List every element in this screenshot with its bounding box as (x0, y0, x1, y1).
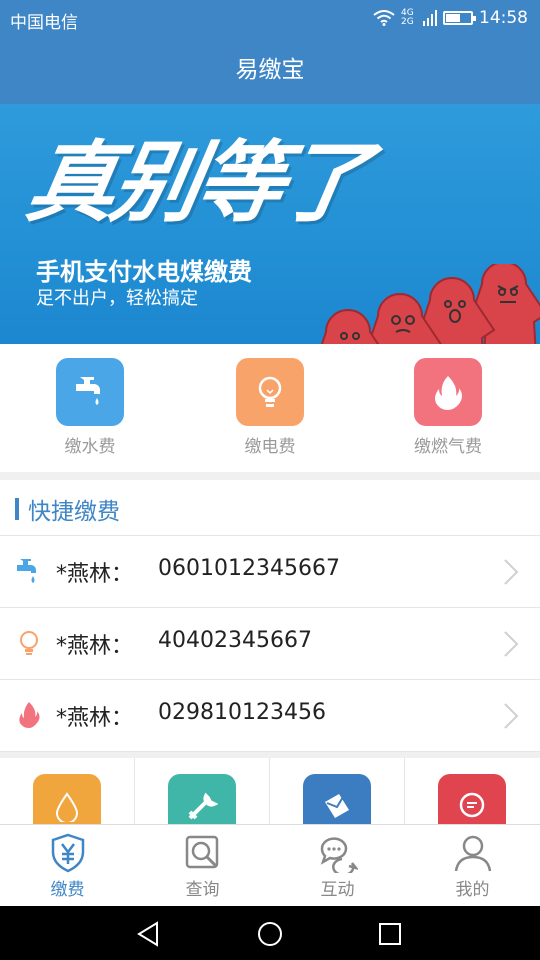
service-gas-label: 缴燃气费 (414, 437, 482, 457)
battery-level (446, 14, 461, 22)
tab-mine[interactable]: 我的 (405, 825, 540, 907)
tab-query-label: 查询 (185, 880, 220, 900)
battery-icon (443, 11, 476, 25)
tab-interact-label: 互动 (320, 880, 355, 900)
quick-pay-row-gas[interactable]: *燕林： 029810123456 (0, 680, 540, 752)
tab-pay[interactable]: 缴费 (0, 825, 135, 907)
user-icon (454, 835, 491, 872)
lightbulb-icon (20, 631, 38, 655)
status-right: 4G 2G 14:58 (373, 8, 528, 28)
tab-query[interactable]: 查询 (135, 825, 270, 907)
banner-slogan: 真别等了 (19, 131, 374, 234)
tools-icon (168, 774, 236, 824)
tile-message[interactable] (270, 758, 405, 824)
tab-mine-label: 我的 (455, 880, 490, 900)
bottom-tab-bar: 缴费 查询 互动 我的 (0, 824, 540, 906)
lightbulb-icon (236, 358, 304, 426)
account-number: 40402345667 (158, 628, 312, 653)
quick-pay-title: 快捷缴费 (28, 499, 120, 525)
envelope-icon (303, 774, 371, 824)
promo-banner[interactable]: 真别等了 手机支付水电煤缴费 足不出户，轻松搞定 (0, 104, 540, 344)
system-nav-bar (0, 906, 540, 960)
account-number: 029810123456 (158, 700, 326, 725)
section-marker (15, 498, 19, 520)
chevron-right-icon (504, 631, 519, 657)
clock: 14:58 (479, 8, 528, 28)
status-bar: 中国电信 4G 2G 14:58 (0, 0, 540, 36)
account-name: *燕林： (56, 634, 134, 659)
yuan-shield-icon (51, 833, 84, 873)
banner-headline: 手机支付水电煤缴费 (36, 258, 252, 286)
banner-subline: 足不出户，轻松搞定 (36, 288, 198, 309)
network-type: 4G 2G (401, 8, 414, 27)
chevron-right-icon (504, 559, 519, 585)
account-name: *燕林： (56, 562, 134, 587)
tab-interact[interactable]: 互动 (270, 825, 405, 907)
service-water[interactable]: 缴水费 (15, 358, 165, 457)
tab-pay-label: 缴费 (50, 880, 85, 900)
account-number: 0601012345667 (158, 556, 340, 581)
signal-icon (423, 10, 437, 26)
flame-icon (19, 702, 40, 728)
service-electricity-label: 缴电费 (244, 437, 296, 457)
page-title: 易缴宝 (235, 57, 305, 83)
service-grid: 缴水费 缴电费 缴燃气费 (0, 344, 540, 472)
flame-icon (414, 358, 482, 426)
faucet-icon (17, 559, 36, 583)
quick-pay-row-electricity[interactable]: *燕林： 40402345667 (0, 608, 540, 680)
carrier-name: 中国电信 (10, 13, 78, 33)
wifi-icon (373, 10, 395, 26)
recents-icon[interactable] (375, 919, 405, 949)
service-water-label: 缴水费 (64, 437, 116, 457)
quick-pay-header: 快捷缴费 (0, 480, 540, 536)
home-icon[interactable] (255, 919, 285, 949)
tile-chat[interactable] (405, 758, 540, 824)
service-gas[interactable]: 缴燃气费 (373, 358, 523, 457)
service-electricity[interactable]: 缴电费 (195, 358, 345, 457)
water-drop-icon (33, 774, 101, 824)
search-doc-icon (185, 835, 218, 869)
app-title-bar: 易缴宝 (0, 36, 540, 104)
back-icon[interactable] (135, 919, 165, 949)
chat-bubble-icon (438, 774, 506, 824)
quick-pay-row-water[interactable]: *燕林： 0601012345667 (0, 536, 540, 608)
tile-tools[interactable] (135, 758, 270, 824)
chat-icon (320, 837, 358, 873)
account-name: *燕林： (56, 706, 134, 731)
angry-figures-illustration (320, 264, 540, 344)
faucet-icon (56, 358, 124, 426)
chevron-right-icon (504, 703, 519, 729)
tile-water[interactable] (0, 758, 135, 824)
feature-tiles (0, 758, 540, 824)
